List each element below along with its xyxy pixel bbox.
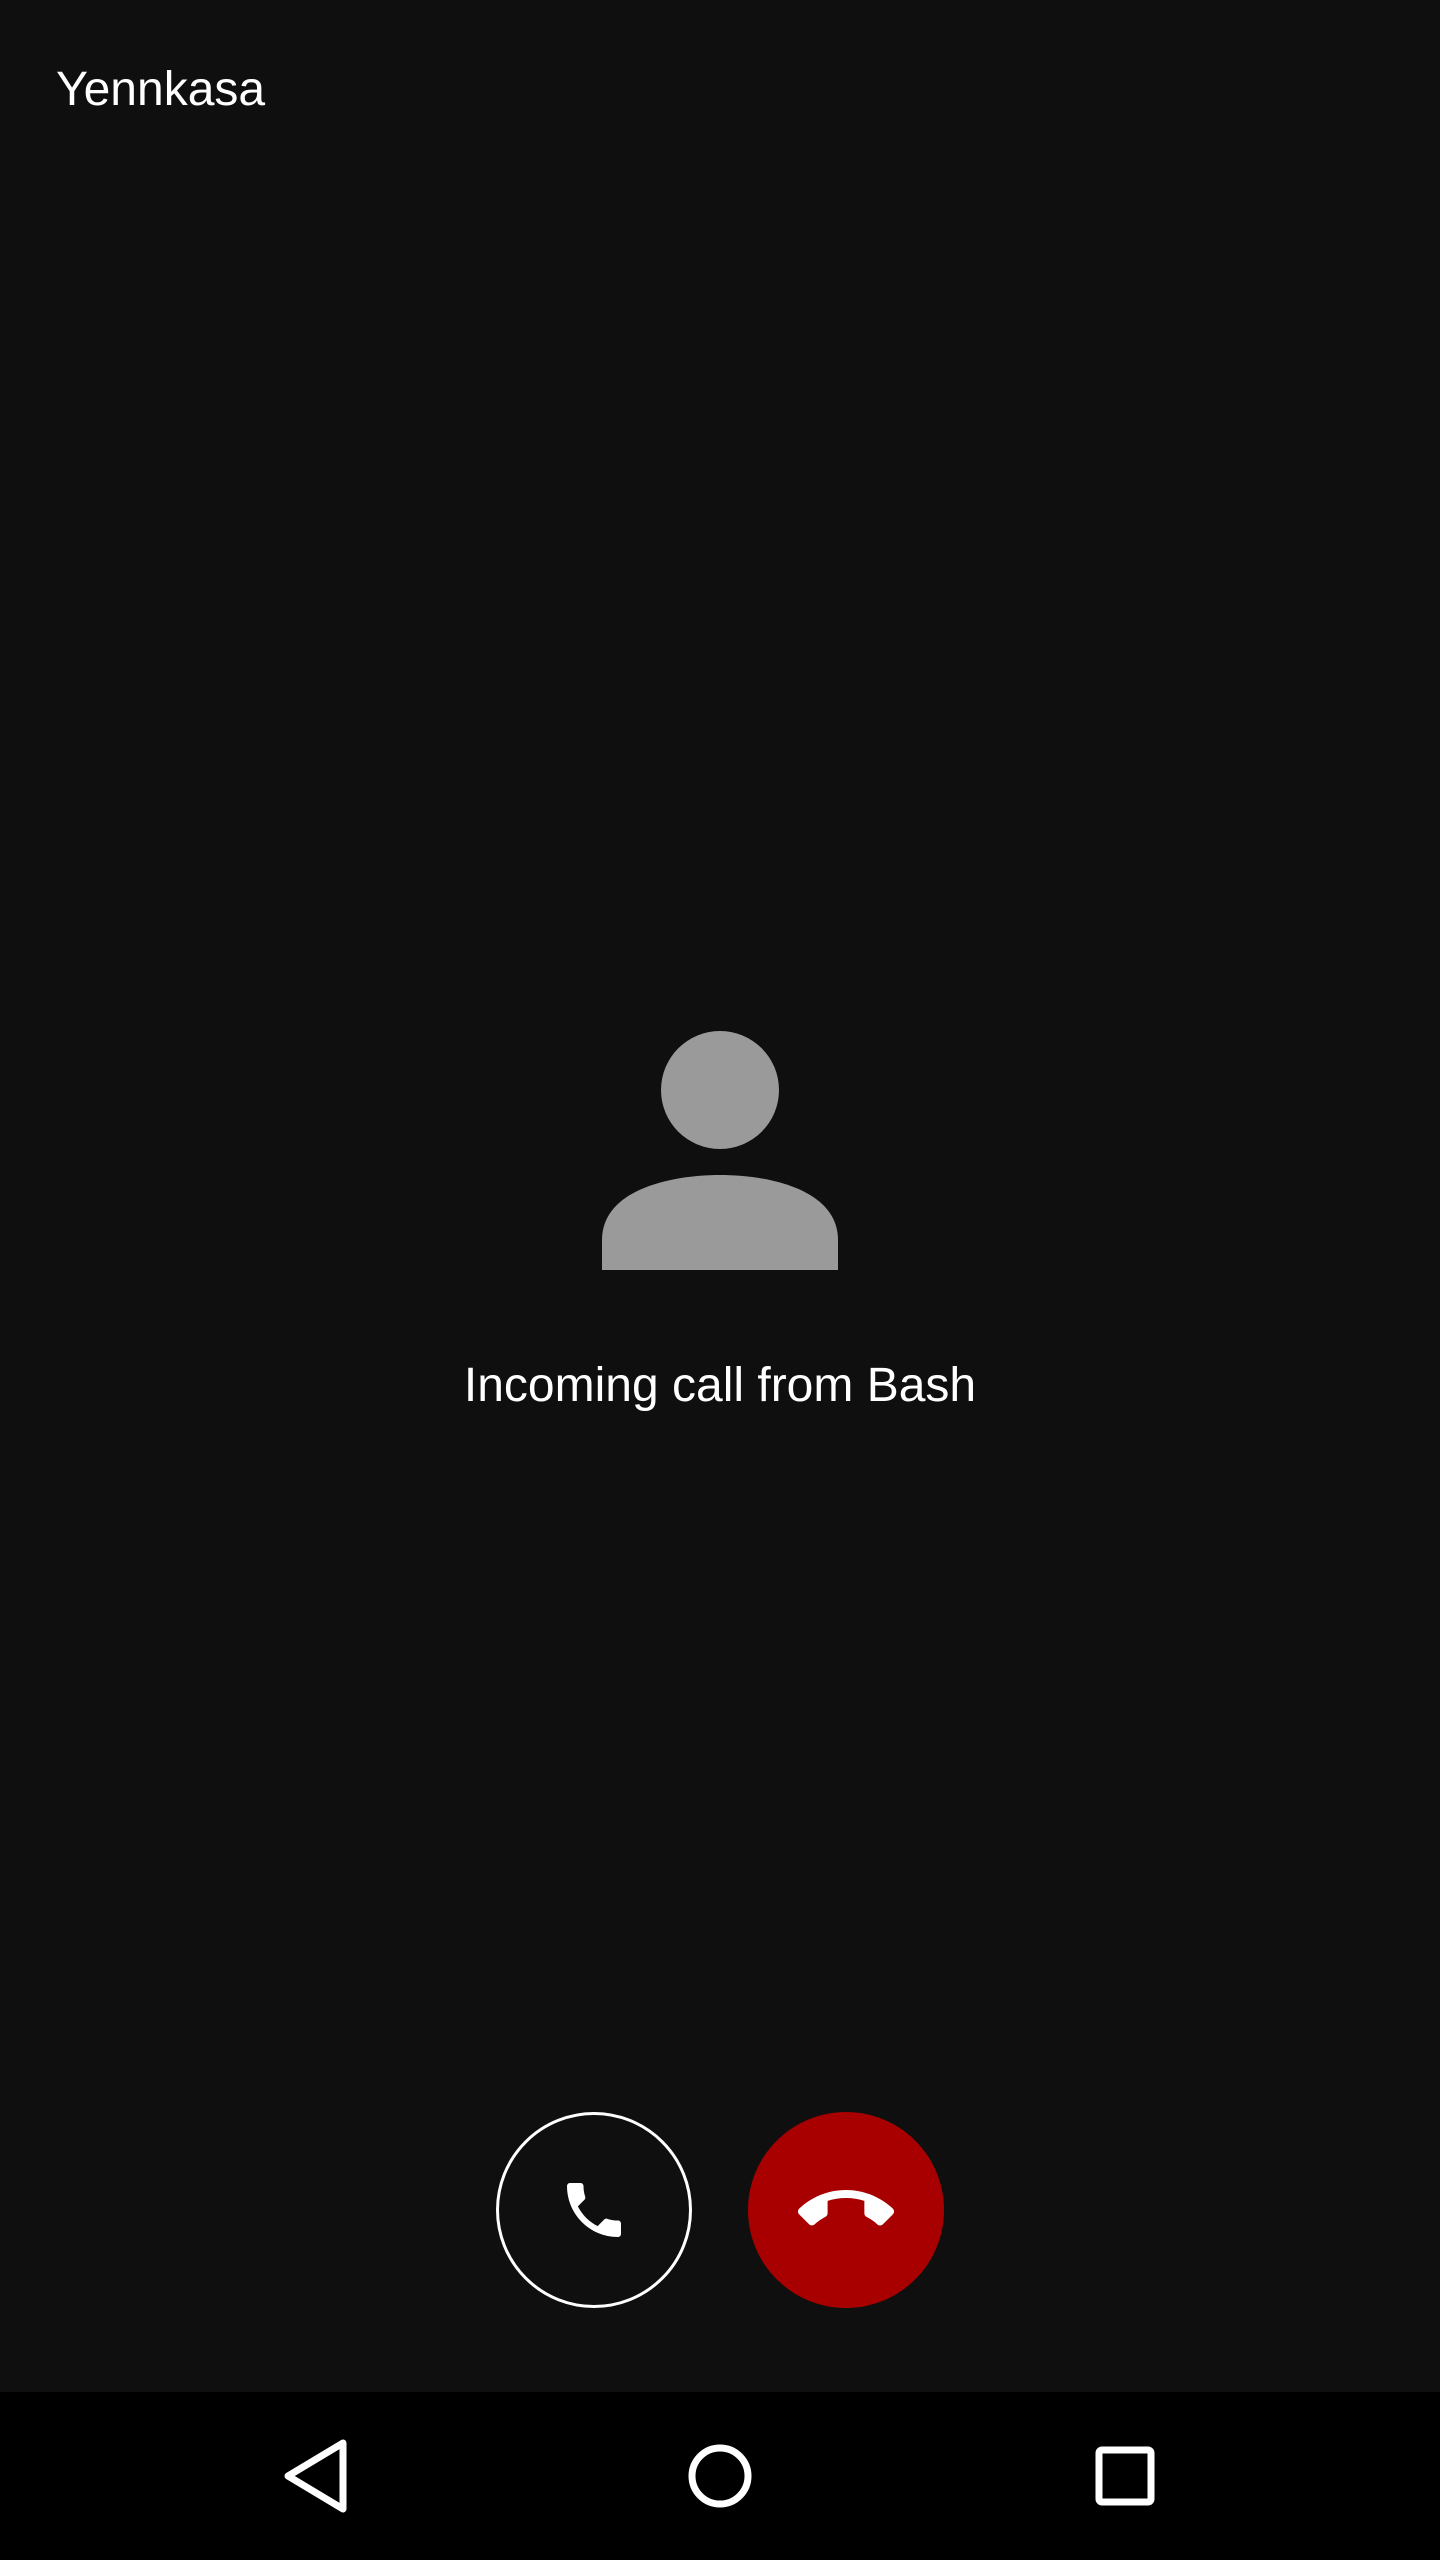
- person-icon: [602, 1031, 838, 1270]
- app-title: Yennkasa: [56, 63, 266, 116]
- recents-square-icon: [1095, 2446, 1155, 2506]
- system-navigation-bar: [0, 2392, 1440, 2560]
- recents-button[interactable]: [1075, 2426, 1175, 2526]
- back-button[interactable]: [266, 2426, 366, 2526]
- incoming-call-screen: Yennkasa Incoming call from Bash: [0, 0, 1440, 2560]
- caller-avatar: [600, 1030, 840, 1270]
- phone-hangup-icon: [798, 2190, 894, 2226]
- home-button[interactable]: [670, 2426, 770, 2526]
- phone-icon: [567, 2183, 621, 2237]
- incoming-call-text: Incoming call from Bash: [463, 1359, 977, 1412]
- home-circle-icon: [688, 2444, 752, 2508]
- decline-call-button[interactable]: [748, 2112, 944, 2308]
- answer-call-button[interactable]: [496, 2112, 692, 2308]
- back-triangle-icon: [284, 2439, 347, 2513]
